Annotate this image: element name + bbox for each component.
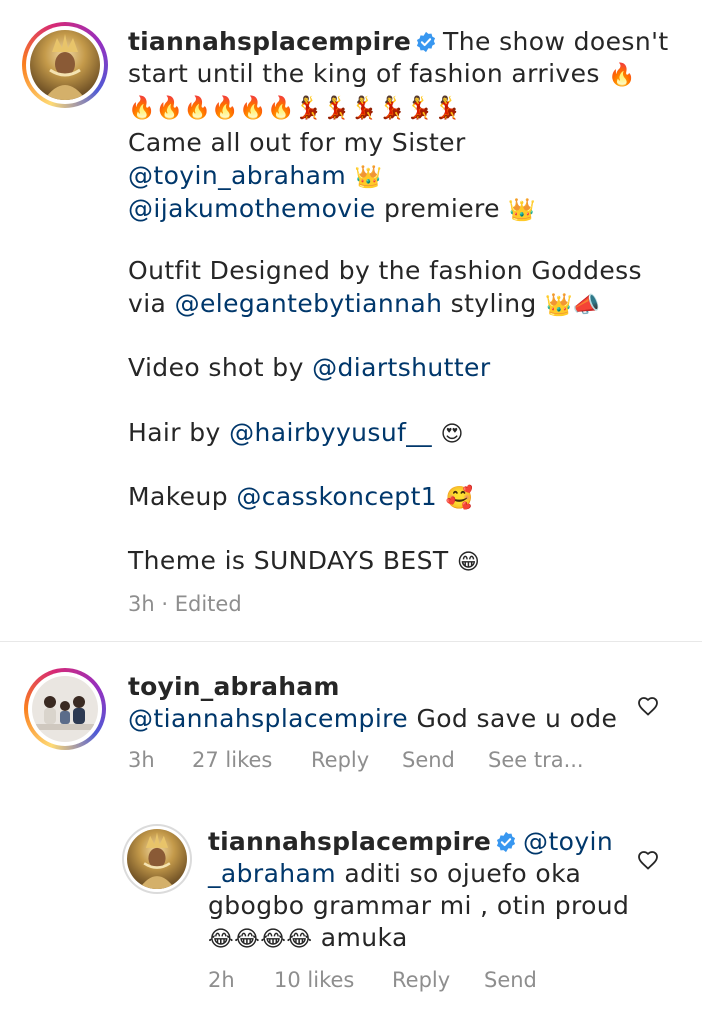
reply-author-avatar[interactable] (122, 824, 192, 894)
caption-line-5: @toyin_abraham 👑 (128, 160, 382, 194)
reply-line-4: 😂😂😂😂 amuka (208, 922, 408, 956)
post-author-avatar[interactable] (22, 22, 108, 108)
reply-time: 2h (208, 968, 235, 992)
reply-text: amuka (312, 923, 408, 952)
caption-line-6: @ijakumothemovie premiere 👑 (128, 193, 536, 227)
send-button[interactable]: Send (484, 968, 537, 992)
heart-outline-icon[interactable] (636, 694, 660, 718)
heart-outline-icon[interactable] (636, 848, 660, 872)
caption-line-10: Hair by @hairbyyusuf__ 😍 (128, 417, 464, 451)
commenter-avatar[interactable] (24, 668, 106, 750)
crown-megaphone-emoji: 👑📣 (545, 293, 601, 318)
laughing-emoji: 😂😂😂😂 (208, 927, 313, 952)
reply-line-3: gbogbo grammar mi , otin proud (208, 890, 629, 922)
mention-link[interactable]: @diartshutter (312, 353, 490, 382)
avatar-photo (32, 676, 98, 742)
grin-emoji: 😁 (456, 550, 481, 575)
emoji-row: 🔥🔥🔥🔥🔥🔥💃💃💃💃💃💃 (128, 96, 462, 121)
likes-count[interactable]: 10 likes (274, 968, 354, 992)
reply-text: aditi so ojuefo oka (336, 859, 582, 888)
reply-button[interactable]: Reply (392, 968, 450, 992)
commenter-username[interactable]: toyin_abraham (128, 672, 340, 701)
section-divider (0, 641, 702, 642)
heart-eyes-emoji: 😍 (440, 422, 464, 447)
mention-link[interactable]: @toyin (523, 827, 613, 856)
caption-text: Theme is SUNDAYS BEST (128, 546, 449, 575)
caption-line-7: Outfit Designed by the fashion Goddess (128, 255, 642, 287)
caption-text: styling (442, 289, 537, 318)
post-meta: 3h · Edited (128, 592, 242, 616)
caption-text: premiere (375, 194, 500, 223)
comment-text: God save u ode (408, 704, 618, 733)
caption-line-8: via @elegantebytiannah styling 👑📣 (128, 288, 601, 322)
mention-link[interactable]: @tiannahsplacempire (128, 704, 408, 733)
comment-text-line: @tiannahsplacempire God save u ode (128, 703, 617, 735)
mention-link[interactable]: _abraham (208, 859, 336, 888)
caption-line-9: Video shot by @diartshutter (128, 352, 491, 384)
crown-emoji: 👑 (354, 165, 383, 190)
smiling-hearts-emoji: 🥰 (445, 486, 474, 511)
caption-line-4: Came all out for my Sister (128, 127, 466, 159)
crown-emoji: 👑 (508, 198, 537, 223)
mention-link[interactable]: @casskoncept1 (236, 482, 437, 511)
fire-emoji: 🔥 (608, 63, 636, 88)
caption-text: via (128, 289, 175, 318)
reply-author-username[interactable]: tiannahsplacempire (208, 827, 491, 856)
comment-username-line: toyin_abraham (128, 671, 340, 703)
reply-actions: 2h 10 likes Reply Send (208, 968, 628, 996)
avatar-photo (127, 829, 187, 889)
verified-badge-icon (416, 31, 436, 53)
reply-text: gbogbo grammar mi , otin proud (208, 891, 630, 920)
reply-line-2: _abraham aditi so ojuefo oka (208, 858, 581, 890)
mention-link[interactable]: @hairbyyusuf__ (229, 418, 432, 447)
caption-line-11: Makeup @casskoncept1 🥰 (128, 481, 473, 515)
caption-text: start until the king of fashion arrives (128, 59, 600, 88)
likes-count[interactable]: 27 likes (192, 748, 272, 772)
avatar-photo (30, 30, 100, 100)
caption-text: Hair by (128, 418, 230, 447)
mention-link[interactable]: @elegantebytiannah (175, 289, 443, 318)
reply-line-1: tiannahsplacempire @toyin (208, 826, 613, 858)
comment-actions: 3h 27 likes Reply Send See tra... (128, 748, 688, 776)
reply-button[interactable]: Reply (311, 748, 369, 772)
caption-line-12: Theme is SUNDAYS BEST 😁 (128, 545, 480, 579)
caption-text: Came all out for my Sister (128, 128, 466, 157)
caption-text: The show doesn't (443, 27, 669, 56)
caption-text: Video shot by (128, 353, 313, 382)
edited-label: Edited (174, 592, 242, 616)
caption-text: Makeup (128, 482, 237, 511)
verified-badge-icon (496, 831, 516, 853)
see-translation-link[interactable]: See tra... (488, 748, 584, 772)
caption-line-3: 🔥🔥🔥🔥🔥🔥💃💃💃💃💃💃 (128, 91, 462, 125)
caption-line-2: start until the king of fashion arrives … (128, 58, 636, 92)
caption-text: Outfit Designed by the fashion Goddess (128, 256, 642, 285)
caption-line-1: tiannahsplacempire The show doesn't (128, 26, 669, 58)
comment-time: 3h (128, 748, 155, 772)
meta-separator: · (161, 592, 169, 616)
post-time: 3h (128, 592, 155, 616)
mention-link[interactable]: @ijakumothemovie (128, 194, 376, 223)
send-button[interactable]: Send (402, 748, 455, 772)
post-author-username[interactable]: tiannahsplacempire (128, 27, 411, 56)
mention-link[interactable]: @toyin_abraham (128, 161, 346, 190)
